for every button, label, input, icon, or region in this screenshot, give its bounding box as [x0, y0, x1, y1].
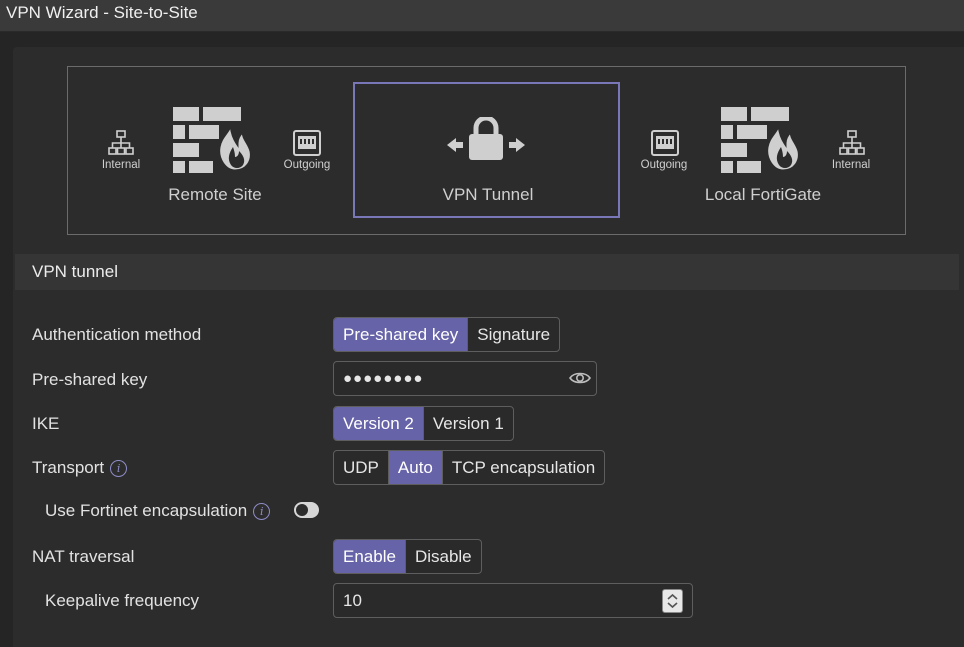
ike-version-selector: Version 2 Version 1 [333, 406, 514, 441]
local-internal-label: Internal [831, 159, 871, 171]
psk-value: ●●●●●●●● [343, 370, 424, 387]
vpn-tunnel-label: VPN Tunnel [442, 185, 534, 204]
stepper-icon[interactable] [662, 589, 683, 613]
keepalive-input[interactable]: 10 [333, 583, 693, 618]
auth-option-pre-shared-key[interactable]: Pre-shared key [334, 318, 468, 351]
chevron-up-down-icon [667, 593, 678, 609]
nat-traversal-label: NAT traversal [32, 547, 135, 566]
transport-label: Transport i [32, 457, 128, 479]
info-icon[interactable]: i [110, 459, 128, 477]
nat-traversal-selector: Enable Disable [333, 539, 482, 574]
interface-port-icon [293, 130, 321, 156]
auth-method-label: Authentication method [32, 325, 202, 344]
psk-label: Pre-shared key [32, 370, 148, 389]
remote-internal-label: Internal [101, 159, 141, 171]
section-header-vpn-tunnel: VPN tunnel [15, 254, 959, 290]
nat-option-enable[interactable]: Enable [334, 540, 405, 573]
network-icon [108, 130, 134, 155]
info-icon[interactable]: i [253, 502, 271, 520]
window-titlebar: VPN Wizard - Site-to-Site [0, 0, 964, 32]
keepalive-label: Keepalive frequency [45, 591, 200, 610]
fortinet-encap-label: Use Fortinet encapsulation i [45, 500, 271, 522]
remote-outgoing-label: Outgoing [283, 159, 331, 171]
fortinet-encap-toggle[interactable] [294, 502, 319, 518]
psk-input[interactable]: ●●●●●●●● [333, 361, 597, 396]
transport-option-auto[interactable]: Auto [387, 451, 442, 484]
nat-option-disable[interactable]: Disable [404, 540, 481, 573]
keepalive-value: 10 [343, 590, 362, 610]
transport-option-udp[interactable]: UDP [334, 451, 388, 484]
ike-label: IKE [32, 414, 60, 433]
transport-selector: UDP Auto TCP encapsulation [333, 450, 606, 485]
ike-option-version-1[interactable]: Version 1 [422, 407, 513, 440]
remote-site-label: Remote Site [168, 185, 262, 204]
firewall-icon [721, 107, 801, 173]
auth-option-signature[interactable]: Signature [467, 318, 559, 351]
firewall-icon [173, 107, 253, 173]
lock-arrows-icon [447, 117, 525, 160]
local-fortigate-label: Local FortiGate [704, 185, 822, 204]
window-title: VPN Wizard - Site-to-Site [6, 2, 198, 22]
auth-method-selector: Pre-shared key Signature [333, 317, 561, 352]
section-title: VPN tunnel [32, 262, 118, 281]
transport-option-tcp-encapsulation[interactable]: TCP encapsulation [441, 451, 604, 484]
network-icon [839, 130, 865, 155]
interface-port-icon [651, 130, 679, 156]
toggle-knob [296, 504, 308, 516]
eye-icon[interactable] [569, 370, 591, 386]
local-outgoing-label: Outgoing [640, 159, 688, 171]
ike-option-version-2[interactable]: Version 2 [334, 407, 423, 440]
